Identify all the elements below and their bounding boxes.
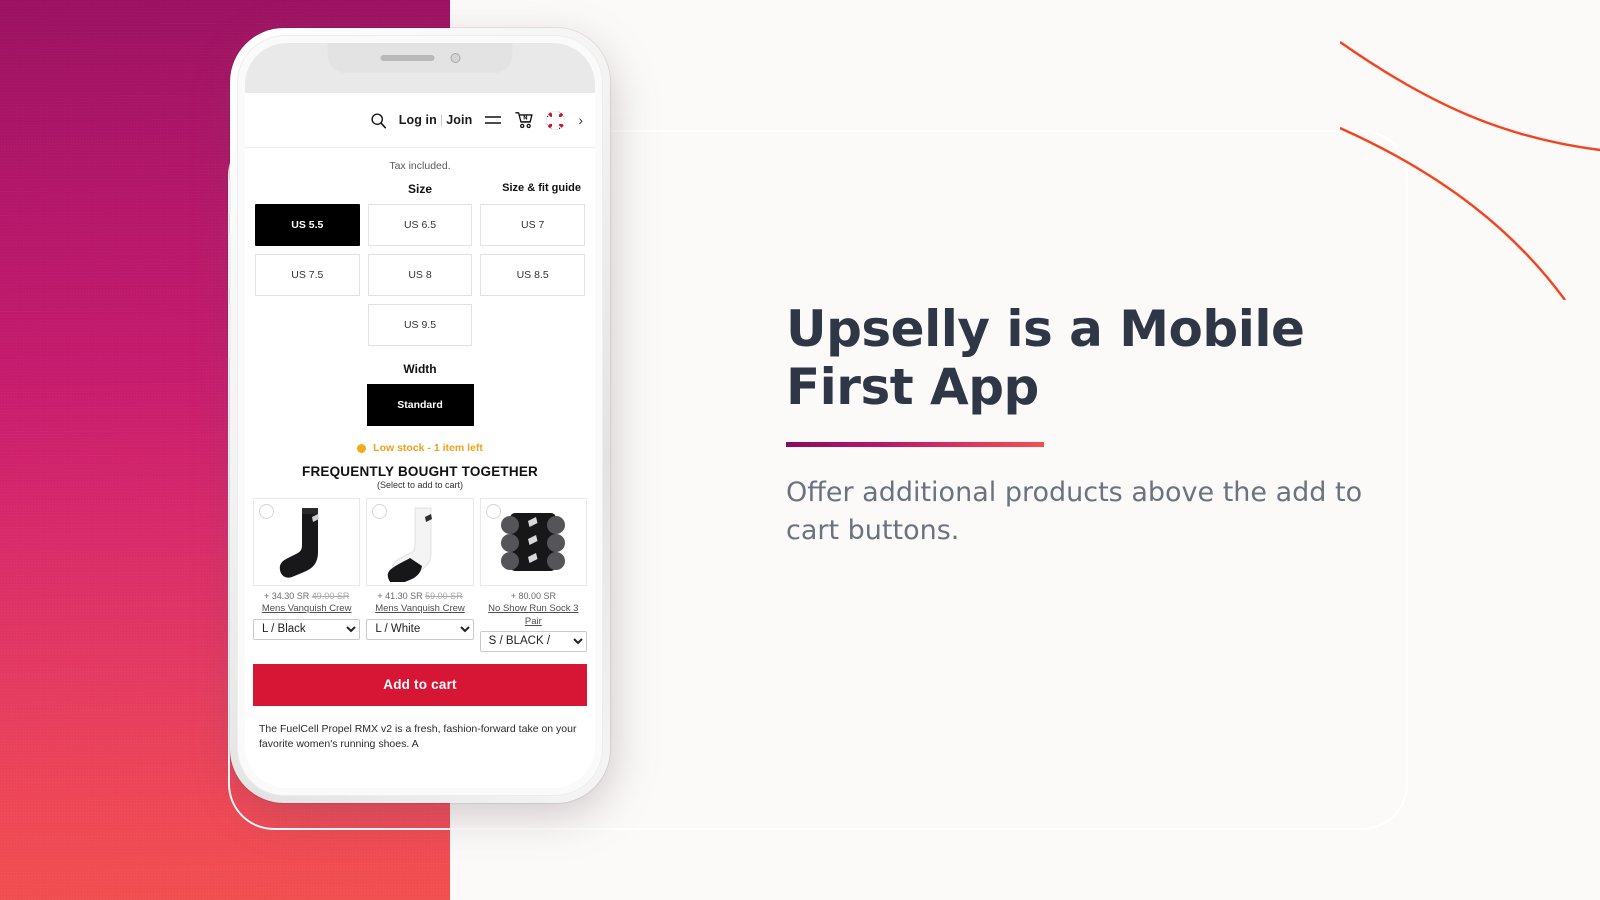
width-title: Width: [403, 362, 437, 376]
auth-links: Log in | Join: [399, 113, 473, 127]
front-camera-icon: [450, 53, 460, 63]
product-price-1: + 34.30 SR 49.00 SR: [253, 586, 360, 602]
add-to-cart-wrapper: Add to cart: [245, 652, 595, 706]
phone-notch: [327, 43, 513, 73]
list-item: + 41.30 SR 59.00 SR Mens Vanquish Crew L…: [366, 498, 474, 652]
size-option-us-8[interactable]: US 8: [367, 254, 473, 296]
frequently-bought-subtitle: (Select to add to cart): [376, 480, 464, 490]
earpiece-speaker-icon: [380, 55, 434, 61]
list-item: + 34.30 SR 49.00 SR Mens Vanquish Crew L…: [253, 498, 361, 652]
shopping-cart-icon[interactable]: N: [514, 111, 534, 129]
product-name-3[interactable]: No Show Run Sock 3 Pair: [480, 602, 587, 628]
accent-divider: [786, 442, 1044, 447]
frequently-bought-title: FREQUENTLY BOUGHT TOGETHER: [302, 464, 538, 479]
uk-flag-icon[interactable]: [546, 110, 566, 130]
login-link[interactable]: Log in: [399, 113, 437, 127]
product-price-3: + 80.00 SR: [480, 586, 587, 602]
product-image-box-2[interactable]: [366, 498, 474, 586]
size-option-us-8-5[interactable]: US 8.5: [480, 254, 585, 296]
slide-canvas: Log in | Join N › Tax included. Size Siz…: [0, 0, 1600, 900]
stock-dot-icon: [357, 443, 367, 453]
tax-note: Tax included.: [389, 160, 451, 172]
product-price-2: + 41.30 SR 59.00 SR: [366, 586, 473, 602]
phone-notch-bar: [245, 43, 595, 93]
app-header: Log in | Join N ›: [245, 93, 595, 148]
product-description: The FuelCell Propel RMX v2 is a fresh, f…: [259, 722, 577, 751]
list-item: + 80.00 SR No Show Run Sock 3 Pair S / B…: [479, 498, 587, 652]
hamburger-menu-icon[interactable]: [484, 114, 502, 127]
product-price-value-1: + 34.30 SR: [264, 591, 310, 601]
product-price-value-2: + 41.30 SR: [377, 591, 423, 601]
size-fit-guide-link[interactable]: Size & fit guide: [502, 182, 581, 194]
phone-mockup: Log in | Join N › Tax included. Size Siz…: [227, 28, 620, 818]
decorative-curve-lines: [1340, 41, 1600, 300]
product-select-checkbox-1[interactable]: [259, 504, 274, 519]
product-name-1[interactable]: Mens Vanquish Crew: [253, 602, 360, 615]
size-options-grid: US 5.5 US 6.5 US 7 US 7.5 US 8 US 8.5 US…: [245, 202, 595, 346]
frequently-bought-products: + 34.30 SR 49.00 SR Mens Vanquish Crew L…: [245, 490, 595, 652]
product-compare-price-1: 49.00 SR: [311, 591, 350, 601]
phone-body: Log in | Join N › Tax included. Size Siz…: [227, 28, 610, 803]
stock-text: Low stock - 1 item left: [373, 442, 483, 454]
no-show-sock-3pair-image: [501, 513, 566, 571]
phone-volume-up-button[interactable]: [227, 233, 231, 289]
size-option-us-7[interactable]: US 7: [480, 204, 585, 246]
svg-text:N: N: [524, 116, 529, 122]
width-options-row: Standard: [245, 384, 595, 426]
marketing-subtext: Offer additional products above the add …: [786, 477, 1363, 547]
join-link[interactable]: Join: [446, 113, 472, 127]
add-to-cart-button[interactable]: Add to cart: [253, 663, 587, 706]
page-title: Upselly is a Mobile First App: [786, 300, 1305, 416]
product-name-2[interactable]: Mens Vanquish Crew: [366, 602, 473, 615]
size-option-us-6-5[interactable]: US 6.5: [367, 204, 473, 246]
product-image-box-1[interactable]: [253, 498, 361, 586]
white-crew-sock-image: [387, 507, 432, 582]
chevron-right-icon[interactable]: ›: [578, 112, 583, 128]
low-stock-indicator: Low stock - 1 item left: [245, 426, 595, 460]
size-section-header: Size Size & fit guide: [245, 174, 595, 202]
product-price-value-3: + 80.00 SR: [510, 591, 556, 601]
product-variant-select-3[interactable]: S / BLACK /: [479, 630, 587, 652]
product-image-box-3[interactable]: [479, 498, 587, 586]
size-title: Size: [407, 182, 432, 196]
phone-volume-down-button[interactable]: [227, 303, 231, 359]
phone-screen: Log in | Join N › Tax included. Size Siz…: [245, 43, 595, 788]
product-variant-select-2[interactable]: L / White: [366, 618, 474, 640]
product-compare-price-2: 59.00 SR: [425, 591, 463, 601]
black-crew-sock-image: [279, 508, 319, 578]
size-option-us-5-5[interactable]: US 5.5: [255, 204, 360, 246]
product-select-checkbox-3[interactable]: [485, 504, 501, 519]
search-icon[interactable]: [370, 112, 387, 129]
size-option-us-7-5[interactable]: US 7.5: [255, 254, 360, 296]
auth-separator: |: [439, 113, 444, 127]
marketing-copy-block: Upselly is a Mobile First App Offer addi…: [786, 300, 1406, 551]
size-option-us-9-5[interactable]: US 9.5: [367, 304, 473, 346]
uk-flag-cross: [546, 110, 566, 130]
width-option-standard[interactable]: Standard: [366, 384, 474, 426]
phone-mute-switch[interactable]: [227, 180, 231, 214]
store-app-content: Log in | Join N › Tax included. Size Siz…: [245, 93, 595, 788]
product-variant-select-1[interactable]: L / Black: [253, 618, 361, 640]
